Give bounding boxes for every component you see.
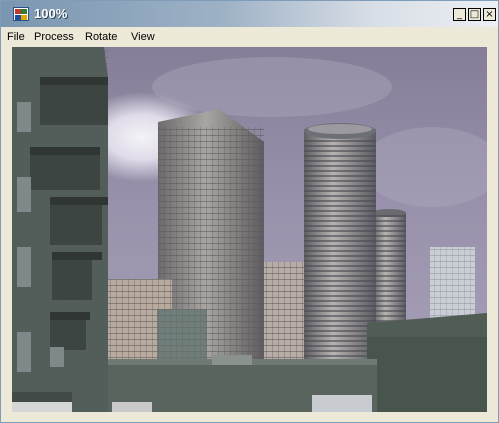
close-icon: × bbox=[485, 9, 494, 20]
window-title: 100% bbox=[34, 6, 68, 21]
city-photo bbox=[12, 47, 487, 412]
maximize-icon: □ bbox=[469, 9, 480, 20]
app-window: 100% _ □ × File Process Rotate View bbox=[0, 0, 499, 423]
maximize-button[interactable]: □ bbox=[468, 8, 481, 21]
menu-process[interactable]: Process bbox=[34, 31, 74, 43]
close-button[interactable]: × bbox=[483, 8, 496, 21]
menu-bar: File Process Rotate View bbox=[1, 27, 498, 47]
title-bar[interactable]: 100% _ □ × bbox=[1, 1, 498, 27]
minimize-icon: _ bbox=[457, 9, 462, 20]
image-canvas[interactable] bbox=[12, 47, 487, 412]
menu-file[interactable]: File bbox=[7, 31, 25, 43]
app-image-icon[interactable] bbox=[13, 7, 29, 21]
menu-rotate[interactable]: Rotate bbox=[85, 31, 117, 43]
minimize-button[interactable]: _ bbox=[453, 8, 466, 21]
menu-view[interactable]: View bbox=[131, 31, 155, 43]
